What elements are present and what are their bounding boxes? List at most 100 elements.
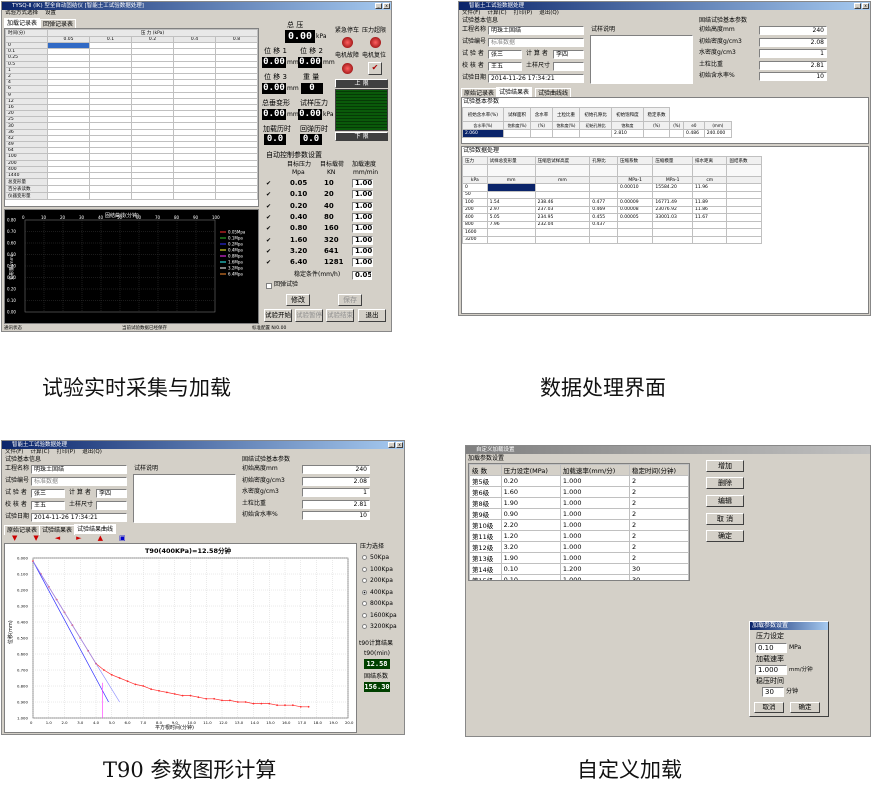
grid-cell[interactable] bbox=[173, 178, 216, 187]
proc-cell[interactable]: 11.96 bbox=[692, 183, 728, 192]
proc-cell[interactable]: 0.477 bbox=[589, 198, 618, 207]
proc-cell[interactable] bbox=[616, 190, 654, 199]
proc-cell[interactable] bbox=[726, 228, 762, 237]
proc-cell[interactable] bbox=[726, 183, 762, 192]
list-row[interactable]: 第14级 0.10 1.200 30 bbox=[469, 563, 689, 575]
param-field[interactable]: 10 bbox=[302, 511, 370, 520]
proc-cell[interactable]: 237.03 bbox=[534, 205, 591, 214]
param-field[interactable]: 240 bbox=[759, 26, 827, 35]
arrow-down-icon-2[interactable]: ▼ bbox=[33, 534, 38, 542]
grid-cell[interactable] bbox=[47, 192, 90, 201]
proc-cell[interactable]: 400 bbox=[462, 213, 488, 222]
load-speed-field[interactable]: 1.00 bbox=[352, 190, 373, 200]
menu-test-mode[interactable]: 试验方式选择 bbox=[5, 10, 38, 16]
confirm-button[interactable]: 确定 bbox=[706, 530, 744, 542]
stable-condition-field[interactable]: 0.05 bbox=[352, 271, 372, 280]
proc-cell[interactable]: 11.86 bbox=[692, 205, 728, 214]
tab-result-curve-3[interactable]: 试验结果曲线 bbox=[74, 524, 117, 534]
load-speed-field[interactable]: 1.00 bbox=[352, 179, 373, 188]
close-icon[interactable]: x bbox=[862, 3, 869, 9]
tab-load-record[interactable]: 加载记录表 bbox=[4, 18, 41, 28]
rate-field[interactable]: 1.000 bbox=[755, 665, 787, 675]
param-field[interactable]: 2.08 bbox=[302, 476, 370, 486]
list-row[interactable]: 第6级 1.60 1.000 2 bbox=[469, 486, 689, 498]
test-date-field-3[interactable]: 2014-11-26 17:34:21 bbox=[31, 513, 127, 522]
proc-cell[interactable] bbox=[486, 190, 536, 199]
step-checkbox[interactable]: ✔ bbox=[266, 225, 271, 232]
basic-cell[interactable] bbox=[502, 129, 532, 138]
proc-cell[interactable] bbox=[692, 228, 728, 237]
proc-cell[interactable]: 11.67 bbox=[692, 213, 728, 222]
dialog-cancel-button[interactable]: 取消 bbox=[754, 702, 784, 713]
test-date-field[interactable]: 2014-11-26 17:34:21 bbox=[488, 74, 584, 83]
proc-cell[interactable]: 800 bbox=[462, 220, 488, 229]
proc-cell[interactable]: 15584.20 bbox=[652, 183, 694, 192]
load-speed-field[interactable]: 1.00 bbox=[352, 224, 373, 234]
pressure-radio[interactable] bbox=[362, 612, 367, 618]
grid-cell[interactable] bbox=[215, 192, 258, 201]
proc-cell[interactable] bbox=[692, 235, 728, 244]
pressure-radio[interactable] bbox=[362, 601, 367, 606]
proc-cell[interactable]: 1.54 bbox=[486, 198, 536, 207]
calculator-field-3[interactable]: 李四 bbox=[96, 489, 127, 498]
basic-cell[interactable] bbox=[669, 129, 685, 138]
load-speed-field[interactable]: 1.00 bbox=[352, 201, 373, 211]
proc-cell[interactable] bbox=[616, 235, 654, 244]
basic-cell[interactable] bbox=[530, 129, 553, 138]
proc-cell[interactable] bbox=[534, 235, 591, 244]
grid-cell[interactable] bbox=[89, 178, 132, 187]
proc-cell[interactable]: 11.89 bbox=[692, 198, 728, 207]
checker-field[interactable]: 王五 bbox=[488, 62, 522, 71]
proc-cell[interactable]: 50 bbox=[462, 190, 488, 199]
proc-cell[interactable] bbox=[726, 213, 762, 222]
sample-no-field-3[interactable]: 标准数据 bbox=[31, 477, 127, 486]
proc-cell[interactable]: 0.455 bbox=[589, 213, 618, 222]
arrow-right-icon[interactable]: ► bbox=[76, 534, 81, 542]
proc-cell[interactable]: 200 bbox=[462, 205, 488, 214]
sample-no-field[interactable]: 标准数据 bbox=[488, 38, 584, 47]
grid-cell[interactable] bbox=[173, 192, 216, 201]
step-checkbox[interactable]: ✔ bbox=[266, 203, 271, 210]
proc-cell[interactable]: 232.04 bbox=[534, 220, 591, 229]
proc-cell[interactable] bbox=[692, 220, 728, 229]
param-field[interactable]: 240 bbox=[302, 465, 370, 474]
calculator-field[interactable]: 李四 bbox=[553, 50, 584, 59]
basic-cell[interactable]: 0.486 bbox=[683, 129, 705, 138]
sample-desc-field[interactable] bbox=[590, 35, 693, 84]
cancel-button[interactable]: 取 消 bbox=[706, 513, 744, 525]
menu-print[interactable]: 打印(P) bbox=[57, 449, 76, 455]
proc-cell[interactable] bbox=[652, 190, 694, 199]
proc-cell[interactable] bbox=[652, 228, 694, 237]
list-row[interactable]: 第11级 1.20 1.000 2 bbox=[469, 530, 689, 542]
basic-cell[interactable] bbox=[579, 129, 613, 138]
minimize-icon[interactable]: _ bbox=[375, 3, 382, 9]
menu-quit[interactable]: 退出(Q) bbox=[82, 449, 102, 455]
list-row[interactable]: 第5级 0.20 1.000 2 bbox=[469, 475, 689, 487]
load-speed-field[interactable]: 1.00 bbox=[352, 246, 373, 256]
proc-cell[interactable]: 2.97 bbox=[486, 205, 536, 214]
load-speed-field[interactable]: 1.00 bbox=[352, 235, 373, 245]
upper-limit-button[interactable]: 上 限 bbox=[335, 79, 388, 88]
grid-cell[interactable] bbox=[47, 178, 90, 187]
proc-cell[interactable]: 16771.49 bbox=[652, 198, 694, 207]
proc-cell[interactable] bbox=[616, 220, 654, 229]
checker-field-3[interactable]: 王五 bbox=[31, 501, 65, 510]
step-checkbox[interactable]: ✔ bbox=[266, 248, 271, 255]
list-row[interactable]: 第12级 3.20 1.000 2 bbox=[469, 541, 689, 553]
proc-cell[interactable]: 0.437 bbox=[589, 220, 618, 229]
menu-calc[interactable]: 计算(C) bbox=[30, 449, 49, 455]
list-row[interactable]: 第8级 1.90 1.000 2 bbox=[469, 497, 689, 509]
menu-settings[interactable]: 设置 bbox=[45, 10, 56, 16]
arrow-up-icon[interactable]: ▲ bbox=[98, 534, 103, 542]
load-speed-field[interactable]: 1.00 bbox=[352, 212, 373, 222]
proc-cell[interactable]: 0.00009 bbox=[616, 198, 654, 207]
project-field[interactable]: 明珠土固结 bbox=[488, 26, 584, 35]
param-field[interactable]: 2.81 bbox=[302, 499, 370, 509]
dialog-confirm-button[interactable]: 确定 bbox=[790, 702, 820, 713]
pressure-radio[interactable] bbox=[362, 578, 367, 583]
proc-cell[interactable]: 0 bbox=[462, 183, 488, 192]
grid-cell[interactable] bbox=[173, 185, 216, 194]
start-test-button[interactable]: 试验开始 bbox=[264, 309, 292, 322]
pressure-radio[interactable] bbox=[362, 624, 367, 629]
pressure-radio[interactable] bbox=[362, 566, 367, 572]
